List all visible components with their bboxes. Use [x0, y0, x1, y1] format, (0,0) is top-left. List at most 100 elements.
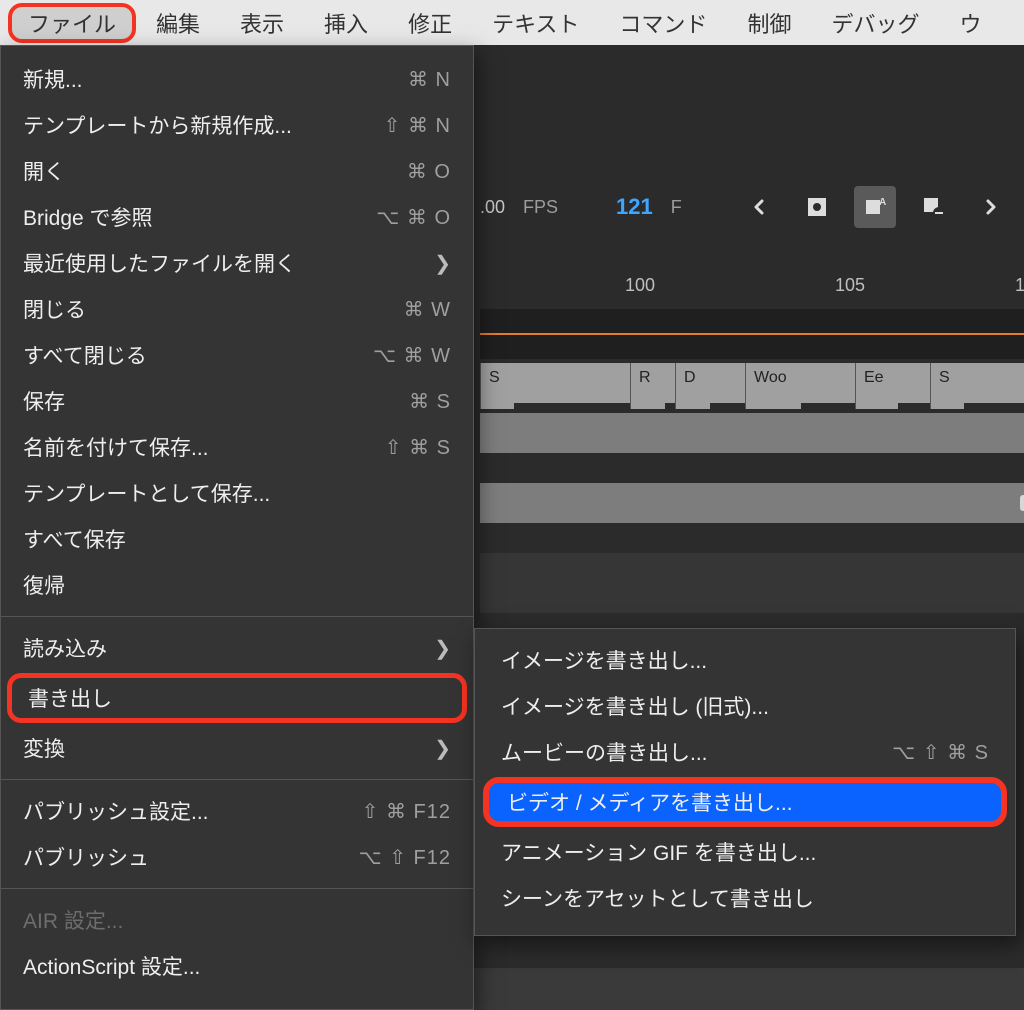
chevron-right-icon: ❯	[430, 636, 451, 661]
insert-keyframe-button[interactable]	[796, 186, 838, 228]
remove-frame-button[interactable]	[912, 186, 954, 228]
fps-value: .00	[480, 197, 505, 218]
menu-export-image[interactable]: イメージを書き出し...	[475, 637, 1015, 683]
menu-actionscript-settings[interactable]: ActionScript 設定...	[1, 943, 473, 989]
menu-file[interactable]: ファイル	[8, 3, 136, 43]
shortcut: ⇧ ⌘ F12	[362, 799, 451, 824]
menu-item-label: 開く	[23, 156, 65, 186]
menu-new[interactable]: 新規... ⌘ N	[1, 56, 473, 102]
menu-export-video[interactable]: ビデオ / メディアを書き出し...	[483, 777, 1007, 827]
shortcut: ⌥ ⌘ O	[376, 205, 451, 230]
lipsync-marker[interactable]: R	[630, 363, 665, 409]
lipsync-marker[interactable]: D	[675, 363, 710, 409]
shortcut: ⌥ ⇧ F12	[359, 845, 451, 870]
menu-save-as[interactable]: 名前を付けて保存... ⇧ ⌘ S	[1, 424, 473, 470]
menu-air-settings: AIR 設定...	[1, 897, 473, 943]
menu-item-label: 保存	[23, 386, 65, 416]
menu-command[interactable]: コマンド	[599, 3, 727, 43]
menu-item-label: 最近使用したファイルを開く	[23, 248, 296, 278]
timeline-track[interactable]	[480, 413, 1024, 453]
menu-item-label: 読み込み	[23, 633, 107, 663]
menu-item-label: 書き出し	[28, 683, 112, 713]
menu-item-label: すべて保存	[23, 524, 126, 554]
menu-export-movie[interactable]: ムービーの書き出し... ⌥ ⇧ ⌘ S	[475, 729, 1015, 775]
menu-bridge[interactable]: Bridge で参照 ⌥ ⌘ O	[1, 194, 473, 240]
menu-item-label: Bridge で参照	[23, 202, 153, 232]
shortcut: ⌘ N	[408, 67, 451, 92]
timeline-tracks: S R D Woo Ee S	[480, 309, 1024, 613]
lipsync-track[interactable]: S R D Woo Ee S	[480, 363, 1024, 403]
menu-edit[interactable]: 編集	[136, 3, 220, 43]
menu-insert[interactable]: 挿入	[304, 3, 388, 43]
shortcut: ⌘ S	[409, 389, 451, 414]
menu-item-label: パブリッシュ	[23, 842, 149, 872]
menu-debug[interactable]: デバッグ	[811, 3, 939, 43]
menu-separator	[1, 616, 473, 617]
menu-item-label: 変換	[23, 733, 65, 763]
menu-publish[interactable]: パブリッシュ ⌥ ⇧ F12	[1, 834, 473, 880]
menu-open[interactable]: 開く ⌘ O	[1, 148, 473, 194]
menu-item-label: イメージを書き出し (旧式)...	[501, 691, 769, 721]
menu-revert[interactable]: 復帰	[1, 562, 473, 608]
menu-open-recent[interactable]: 最近使用したファイルを開く ❯	[1, 240, 473, 286]
svg-text:A: A	[879, 197, 886, 208]
chevron-right-icon: ❯	[430, 736, 451, 761]
menu-bar: ファイル 編集 表示 挿入 修正 テキスト コマンド 制御 デバッグ ウ	[0, 0, 1024, 45]
menu-save[interactable]: 保存 ⌘ S	[1, 378, 473, 424]
timeline-toolbar: A	[738, 186, 1024, 228]
shortcut: ⌥ ⇧ ⌘ S	[892, 740, 989, 765]
menu-export[interactable]: 書き出し	[7, 673, 467, 723]
menu-save-all[interactable]: すべて保存	[1, 516, 473, 562]
menu-close[interactable]: 閉じる ⌘ W	[1, 286, 473, 332]
frame-label: F	[671, 197, 682, 218]
menu-item-label: 名前を付けて保存...	[23, 432, 209, 462]
shortcut: ⌘ O	[407, 159, 451, 184]
menu-window[interactable]: ウ	[939, 3, 1001, 43]
menu-import[interactable]: 読み込み ❯	[1, 625, 473, 671]
prev-frame-button[interactable]	[738, 186, 780, 228]
lipsync-marker[interactable]: S	[930, 363, 964, 409]
menu-item-label: AIR 設定...	[23, 905, 123, 935]
timeline-ruler[interactable]: 100 105 1	[480, 267, 1024, 309]
menu-export-image-legacy[interactable]: イメージを書き出し (旧式)...	[475, 683, 1015, 729]
menu-item-label: パブリッシュ設定...	[23, 796, 209, 826]
lipsync-marker[interactable]: Ee	[855, 363, 898, 409]
menu-new-from-template[interactable]: テンプレートから新規作成... ⇧ ⌘ N	[1, 102, 473, 148]
timeline-track[interactable]	[480, 553, 1024, 613]
menu-modify[interactable]: 修正	[388, 3, 472, 43]
menu-item-label: ActionScript 設定...	[23, 951, 200, 981]
menu-item-label: ビデオ / メディアを書き出し...	[507, 787, 793, 817]
menu-item-label: テンプレートから新規作成...	[23, 110, 292, 140]
fps-label: FPS	[523, 197, 558, 218]
menu-separator	[1, 779, 473, 780]
lipsync-marker[interactable]: Woo	[745, 363, 801, 409]
onion-skin-button[interactable]: A	[854, 186, 896, 228]
menu-view[interactable]: 表示	[220, 3, 304, 43]
ruler-tick: 100	[625, 275, 655, 296]
menu-close-all[interactable]: すべて閉じる ⌥ ⌘ W	[1, 332, 473, 378]
menu-item-label: イメージを書き出し...	[501, 645, 707, 675]
audio-track[interactable]	[480, 309, 1024, 359]
chevron-right-icon: ❯	[430, 251, 451, 276]
timeline-track[interactable]	[480, 483, 1024, 523]
menu-item-label: ムービーの書き出し...	[501, 737, 708, 767]
shortcut: ⌥ ⌘ W	[373, 343, 451, 368]
menu-control[interactable]: 制御	[727, 3, 811, 43]
menu-item-label: 新規...	[23, 64, 83, 94]
frame-value: 121	[616, 194, 653, 220]
menu-export-gif[interactable]: アニメーション GIF を書き出し...	[475, 829, 1015, 875]
menu-item-label: 閉じる	[23, 294, 86, 324]
shortcut: ⌘ W	[404, 297, 451, 322]
menu-text[interactable]: テキスト	[472, 3, 599, 43]
menu-save-template[interactable]: テンプレートとして保存...	[1, 470, 473, 516]
next-frame-button[interactable]	[970, 186, 1012, 228]
menu-export-scene-asset[interactable]: シーンをアセットとして書き出し	[475, 875, 1015, 921]
export-submenu: イメージを書き出し... イメージを書き出し (旧式)... ムービーの書き出し…	[474, 628, 1016, 936]
lipsync-marker[interactable]: S	[480, 363, 514, 409]
file-menu: 新規... ⌘ N テンプレートから新規作成... ⇧ ⌘ N 開く ⌘ O B…	[0, 45, 474, 1010]
ruler-tick: 105	[835, 275, 865, 296]
menu-publish-settings[interactable]: パブリッシュ設定... ⇧ ⌘ F12	[1, 788, 473, 834]
menu-item-label: 復帰	[23, 570, 65, 600]
menu-convert[interactable]: 変換 ❯	[1, 725, 473, 771]
menu-separator	[1, 888, 473, 889]
